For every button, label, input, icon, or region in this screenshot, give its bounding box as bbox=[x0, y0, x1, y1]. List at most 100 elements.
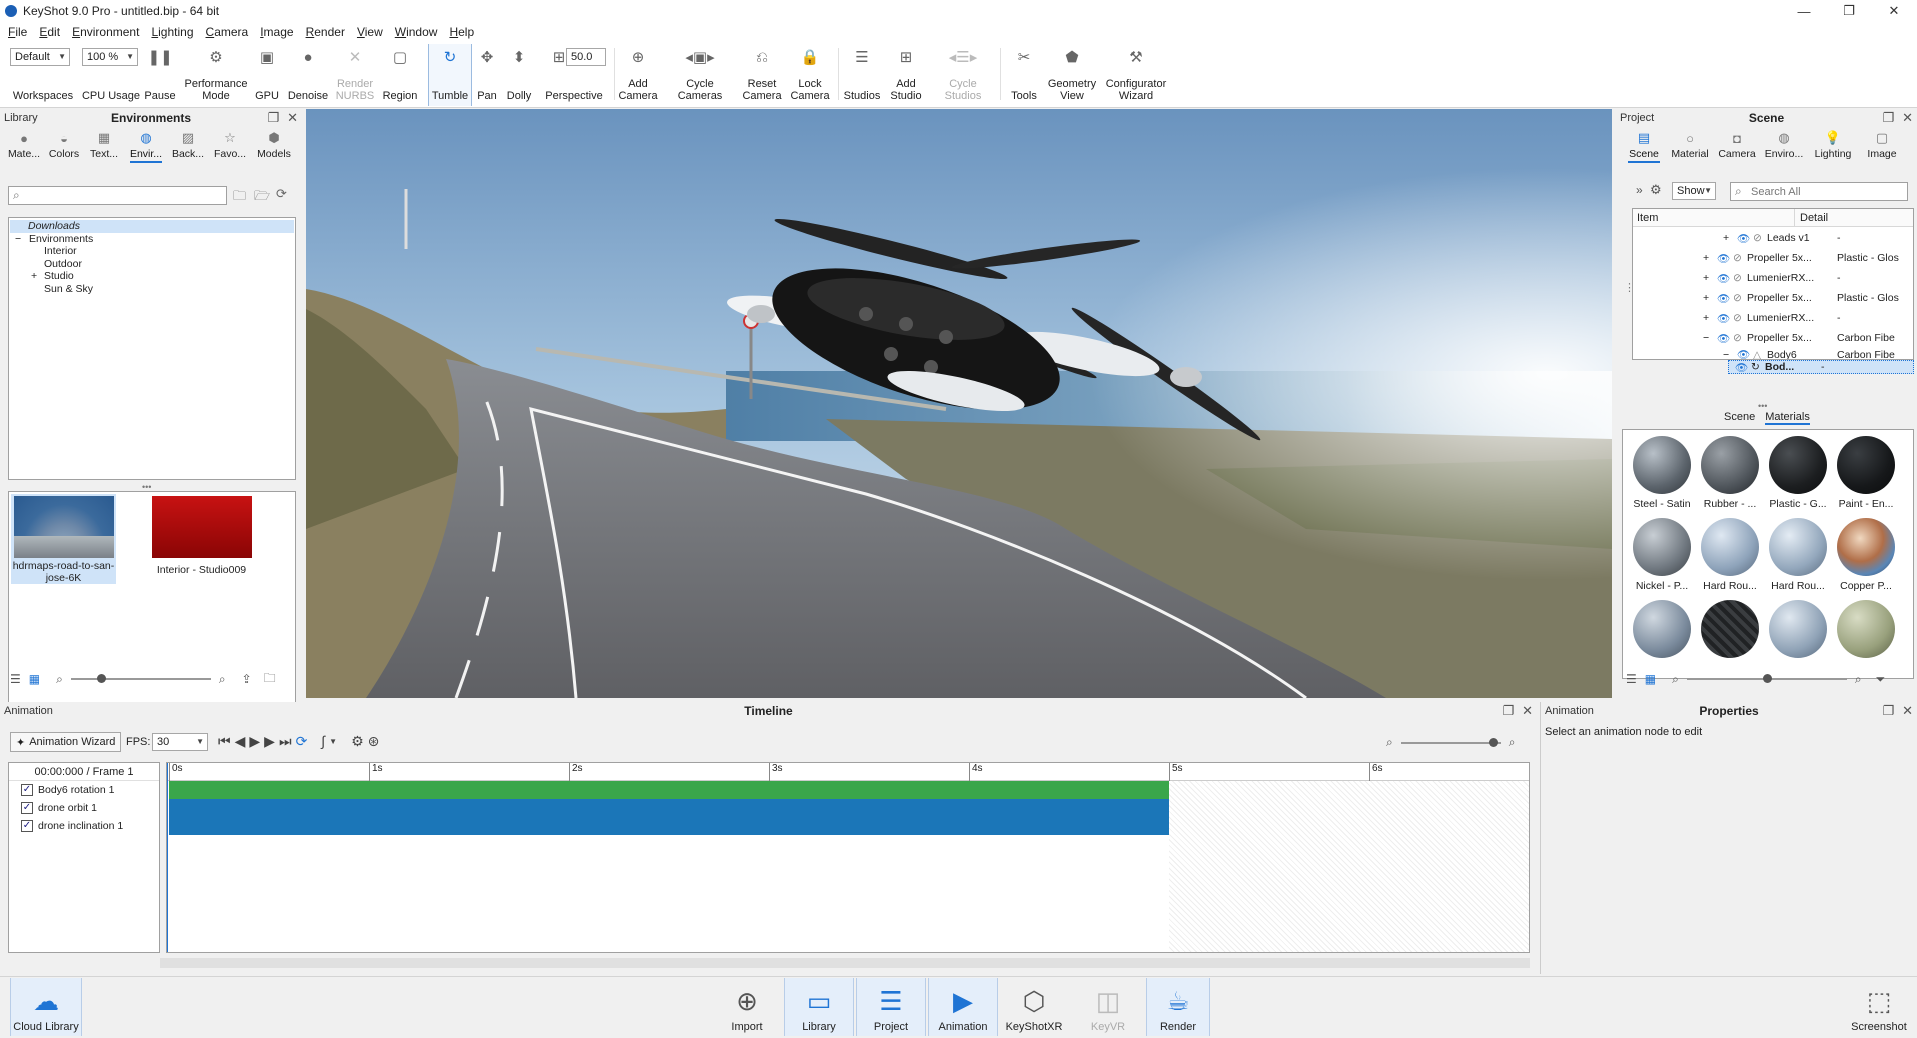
material-swatch[interactable] bbox=[1837, 436, 1895, 494]
tree-item-interior[interactable]: Interior bbox=[9, 245, 295, 258]
material-swatch[interactable] bbox=[1837, 600, 1895, 658]
grid-view-icon[interactable]: ▦ bbox=[29, 672, 40, 686]
tree-item-downloads[interactable]: Downloads bbox=[10, 220, 294, 233]
loop-icon[interactable]: ⟳ bbox=[296, 733, 308, 750]
splitter-handle[interactable]: ••• bbox=[1758, 401, 1767, 411]
expand-icon[interactable]: + bbox=[1703, 272, 1709, 284]
tree-item-environments[interactable]: − Environments bbox=[9, 233, 295, 246]
menu-environment[interactable]: Environment bbox=[66, 25, 145, 39]
cycle-studios-button[interactable]: ◂☰▸ Cycle Studios bbox=[936, 44, 990, 106]
tree-item-studio[interactable]: + Studio bbox=[9, 270, 295, 283]
skip-end-icon[interactable]: ⏭ bbox=[279, 733, 292, 750]
eye-icon[interactable]: 👁 bbox=[1717, 312, 1730, 325]
menu-image[interactable]: Image bbox=[254, 25, 299, 39]
material-swatch[interactable] bbox=[1633, 518, 1691, 576]
screenshot-button[interactable]: ⬚ Screenshot bbox=[1844, 978, 1914, 1036]
eye-icon[interactable]: 👁 bbox=[1737, 232, 1750, 245]
region-button[interactable]: ▢ Region bbox=[378, 44, 422, 106]
expand-icon[interactable]: + bbox=[1723, 232, 1729, 244]
menu-help[interactable]: Help bbox=[443, 25, 480, 39]
expand-icon[interactable]: + bbox=[1703, 252, 1709, 264]
settings-icon[interactable]: ⚙ bbox=[351, 733, 364, 750]
pan-button[interactable]: ✥ Pan bbox=[472, 44, 502, 106]
tumble-button[interactable]: ↻ Tumble bbox=[428, 44, 472, 106]
eye-icon[interactable]: 👁 bbox=[1717, 332, 1730, 345]
swatch-size-slider[interactable] bbox=[1686, 674, 1847, 683]
play-icon[interactable]: ▶ bbox=[249, 733, 260, 750]
tab-backplates[interactable]: ▨ Back... bbox=[170, 127, 206, 163]
track-body6-rotation[interactable]: ✓ Body6 rotation 1 bbox=[21, 781, 114, 799]
zoom-in-icon[interactable]: ⌕ bbox=[1509, 735, 1516, 750]
material-swatch[interactable] bbox=[1633, 600, 1691, 658]
collapse-icon[interactable]: − bbox=[1723, 349, 1729, 360]
animation-toggle-button[interactable]: ▶ Animation bbox=[928, 978, 998, 1036]
add-studio-button[interactable]: ⊞ Add Studio bbox=[886, 44, 926, 106]
menu-render[interactable]: Render bbox=[300, 25, 351, 39]
scene-row[interactable]: + 👁 ⊘ Propeller 5x... Plastic - Glos bbox=[1633, 288, 1913, 308]
tab-environments[interactable]: ◍ Envir... bbox=[126, 127, 166, 163]
tree-item-sun-sky[interactable]: Sun & Sky bbox=[9, 283, 295, 296]
folder-open-icon[interactable]: 🗁 bbox=[254, 187, 270, 209]
undock-icon[interactable]: ❐ bbox=[267, 110, 279, 126]
target-icon[interactable]: ⊛ bbox=[368, 733, 380, 750]
zoom-out-icon[interactable]: ⌕ bbox=[56, 672, 63, 687]
undock-icon[interactable]: ❐ bbox=[1882, 110, 1894, 126]
expand-icon[interactable]: + bbox=[1703, 312, 1709, 324]
scene-search-input[interactable]: ⌕ Search All bbox=[1730, 182, 1908, 201]
zoom-out-icon[interactable]: ⌕ bbox=[1672, 672, 1679, 687]
track-checkbox[interactable]: ✓ bbox=[21, 802, 33, 814]
animation-bar[interactable] bbox=[169, 781, 1169, 799]
menu-view[interactable]: View bbox=[351, 25, 389, 39]
tab-image[interactable]: ▢ Image bbox=[1860, 127, 1904, 163]
performance-mode-button[interactable]: ⚙ Performance Mode bbox=[180, 44, 252, 106]
tab-textures[interactable]: ▦ Text... bbox=[86, 127, 122, 163]
refresh-icon[interactable]: ⟳ bbox=[276, 186, 287, 202]
menu-edit[interactable]: Edit bbox=[33, 25, 66, 39]
column-item[interactable]: Item bbox=[1637, 212, 1658, 224]
scene-row-selected[interactable]: 👁 ↻ Bod... - bbox=[1728, 360, 1914, 374]
zoom-in-icon[interactable]: ⌕ bbox=[219, 672, 226, 687]
expand-icon[interactable]: + bbox=[31, 270, 37, 283]
thumbnail-size-slider[interactable] bbox=[70, 674, 211, 683]
track-drone-orbit[interactable]: ✓ drone orbit 1 bbox=[21, 799, 97, 817]
render-button[interactable]: ☕ Render bbox=[1146, 978, 1210, 1036]
close-panel-icon[interactable]: ✕ bbox=[1902, 110, 1913, 126]
show-dropdown[interactable]: Show ▼ bbox=[1672, 182, 1716, 200]
eye-icon[interactable]: 👁 bbox=[1735, 361, 1748, 374]
thumb-hdrmaps-road[interactable]: hdrmaps-road-to-san-jose-6K bbox=[11, 494, 116, 584]
workspaces-button[interactable]: Workspaces bbox=[6, 44, 80, 106]
library-search-input[interactable]: ⌕ bbox=[8, 186, 227, 205]
scene-row[interactable]: − 👁 ⊘ Propeller 5x... Carbon Fibe bbox=[1633, 328, 1913, 348]
list-view-icon[interactable]: ☰ bbox=[10, 672, 21, 686]
add-camera-button[interactable]: ⊕ Add Camera bbox=[618, 44, 658, 106]
animation-bar[interactable] bbox=[169, 799, 1169, 817]
collapse-icon[interactable]: − bbox=[1703, 332, 1709, 344]
cycle-cameras-button[interactable]: ◂▣▸ Cycle Cameras bbox=[670, 44, 730, 106]
material-swatch[interactable] bbox=[1701, 436, 1759, 494]
track-checkbox[interactable]: ✓ bbox=[21, 820, 33, 832]
folder-share-icon[interactable]: 🗀 bbox=[264, 669, 276, 690]
import-button[interactable]: ⊕ Import bbox=[724, 978, 770, 1036]
zoom-out-icon[interactable]: ⌕ bbox=[1386, 735, 1393, 750]
undock-icon[interactable]: ❐ bbox=[1882, 703, 1894, 719]
timeline-scrollbar[interactable] bbox=[160, 958, 1530, 968]
perspective-button[interactable]: ⊞ Perspective bbox=[540, 44, 608, 106]
keyshotxr-button[interactable]: ⬡ KeyShotXR bbox=[1002, 978, 1066, 1036]
thumb-interior-studio009[interactable]: Interior - Studio009 bbox=[149, 494, 254, 584]
filter-icon[interactable]: ⏷ bbox=[1876, 672, 1886, 687]
slider-knob[interactable] bbox=[1762, 674, 1772, 683]
subtab-materials[interactable]: Materials bbox=[1765, 411, 1810, 425]
folder-icon[interactable]: 🗀 bbox=[233, 187, 246, 209]
double-chevron-icon[interactable]: » bbox=[1636, 183, 1643, 197]
eye-icon[interactable]: 👁 bbox=[1737, 348, 1750, 359]
material-swatch[interactable] bbox=[1633, 436, 1691, 494]
grid-view-icon[interactable]: ▦ bbox=[1645, 672, 1656, 686]
timeline-track-area[interactable]: 0s 1s 2s 3s 4s 5s 6s bbox=[166, 762, 1530, 953]
step-back-icon[interactable]: ◀ bbox=[235, 733, 246, 750]
animation-wizard-button[interactable]: ✦ Animation Wizard bbox=[10, 732, 122, 752]
skip-start-icon[interactable]: ⏮ bbox=[218, 733, 231, 750]
material-swatch[interactable] bbox=[1769, 436, 1827, 494]
scene-row[interactable]: + 👁 ⊘ Propeller 5x... Plastic - Glos bbox=[1633, 248, 1913, 268]
tab-material[interactable]: ○ Material bbox=[1668, 127, 1712, 163]
configurator-wizard-button[interactable]: ⚒ Configurator Wizard bbox=[1102, 44, 1170, 106]
